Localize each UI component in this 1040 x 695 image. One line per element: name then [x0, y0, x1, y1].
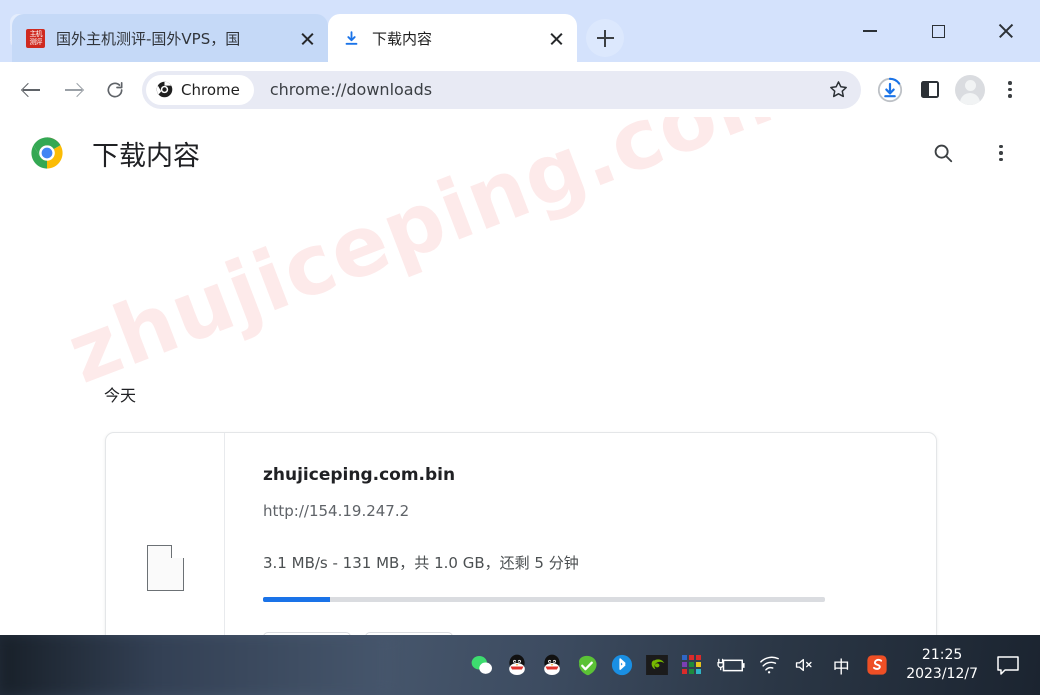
new-tab-button[interactable]: [586, 19, 624, 57]
back-button[interactable]: [10, 69, 52, 111]
downloads-page: zhujiceping.com 下载内容 今天 zhujiceping.com.…: [0, 117, 1040, 635]
downloads-menu-button[interactable]: [984, 136, 1018, 170]
downloads-page-header: 下载内容: [0, 117, 1040, 189]
page-header-actions: [926, 136, 1018, 170]
windows-taskbar: 中 21:25 2023/12/7: [0, 635, 1040, 695]
arrow-left-icon: [22, 80, 41, 99]
chrome-icon: [156, 81, 173, 98]
download-progress-bar[interactable]: [263, 597, 825, 602]
close-window-button[interactable]: [972, 0, 1040, 62]
ime-chinese-icon[interactable]: 中: [829, 654, 853, 678]
download-item-card[interactable]: zhujiceping.com.bin http://154.19.247.2 …: [105, 432, 937, 635]
minimize-button[interactable]: [836, 0, 904, 62]
arrow-right-icon: [64, 80, 83, 99]
clock-date: 2023/12/7: [906, 666, 978, 682]
clock-time: 21:25: [921, 647, 963, 663]
bluetooth-icon[interactable]: [611, 654, 633, 676]
tab-close-button[interactable]: [543, 25, 569, 51]
notification-icon: [997, 655, 1019, 675]
tab-close-button[interactable]: [294, 25, 320, 51]
avatar: [955, 74, 985, 105]
address-bar-url: chrome://downloads: [269, 80, 433, 99]
profile-button[interactable]: [950, 70, 990, 110]
reload-icon: [107, 81, 123, 97]
taskbar-clock[interactable]: 21:25 2023/12/7: [906, 646, 978, 684]
nvidia-icon[interactable]: [646, 654, 669, 676]
downloads-button[interactable]: [870, 70, 910, 110]
file-icon-column: [106, 433, 225, 635]
plus-icon: [596, 29, 614, 47]
download-status-text: 3.1 MB/s - 131 MB，共 1.0 GB，还剩 5 分钟: [263, 554, 579, 572]
system-tray: 中: [471, 654, 888, 678]
search-icon: [934, 144, 953, 163]
tab-zhujiceping[interactable]: 主机 测评 国外主机测评-国外VPS，国: [12, 14, 328, 62]
download-progress-fill: [263, 597, 331, 602]
reload-button[interactable]: [94, 69, 136, 111]
maximize-icon: [931, 24, 945, 38]
section-label-today: 今天: [104, 386, 137, 405]
download-icon: [342, 29, 361, 48]
side-panel-button[interactable]: [910, 70, 950, 110]
more-vertical-icon: [999, 144, 1003, 162]
address-bar[interactable]: Chrome chrome://downloads: [142, 70, 861, 109]
download-file-name: zhujiceping.com.bin: [263, 465, 456, 485]
more-vertical-icon: [1008, 81, 1012, 98]
tab-strip: 主机 测评 国外主机测评-国外VPS，国 下载内容: [0, 0, 1040, 62]
download-source-url: http://154.19.247.2: [263, 502, 410, 520]
app-grid-icon[interactable]: [681, 654, 703, 676]
tab-title: 下载内容: [372, 29, 433, 48]
tab-downloads[interactable]: 下载内容: [328, 14, 577, 62]
file-fold-corner: [170, 545, 184, 558]
security-check-icon[interactable]: [576, 654, 598, 676]
maximize-button[interactable]: [904, 0, 972, 62]
close-icon: [997, 22, 1015, 40]
wifi-icon[interactable]: [759, 654, 781, 676]
battery-icon[interactable]: [716, 654, 746, 676]
chrome-scheme-chip[interactable]: Chrome: [146, 74, 254, 105]
site-favicon-icon: 主机 测评: [26, 28, 45, 48]
volume-muted-icon[interactable]: [794, 654, 816, 676]
download-item-body: zhujiceping.com.bin http://154.19.247.2 …: [225, 433, 936, 635]
browser-toolbar: Chrome chrome://downloads: [0, 62, 1040, 117]
chrome-chip-label: Chrome: [181, 80, 240, 99]
forward-button[interactable]: [52, 69, 94, 111]
side-panel-icon: [921, 81, 939, 98]
page-title: 下载内容: [92, 140, 200, 172]
search-downloads-button[interactable]: [926, 136, 960, 170]
wechat-icon[interactable]: [471, 654, 493, 676]
close-icon: [300, 31, 315, 46]
chrome-menu-button[interactable]: [990, 70, 1030, 110]
file-icon: [146, 545, 184, 591]
notification-center-button[interactable]: [996, 655, 1020, 676]
qq-icon-2[interactable]: [541, 654, 563, 676]
minimize-icon: [863, 30, 877, 32]
window-controls: [836, 0, 1040, 62]
sogou-ime-icon[interactable]: [866, 654, 888, 676]
ime-label: 中: [832, 657, 850, 678]
star-icon: [829, 81, 847, 98]
close-icon: [549, 31, 564, 46]
download-progress-icon: [877, 77, 903, 102]
bookmark-star-button[interactable]: [821, 73, 855, 107]
chrome-logo-icon: [31, 137, 63, 169]
qq-icon[interactable]: [506, 654, 528, 676]
browser-window: 主机 测评 国外主机测评-国外VPS，国 下载内容 Chrome chrome:…: [0, 0, 1040, 635]
tab-title: 国外主机测评-国外VPS，国: [56, 29, 241, 48]
